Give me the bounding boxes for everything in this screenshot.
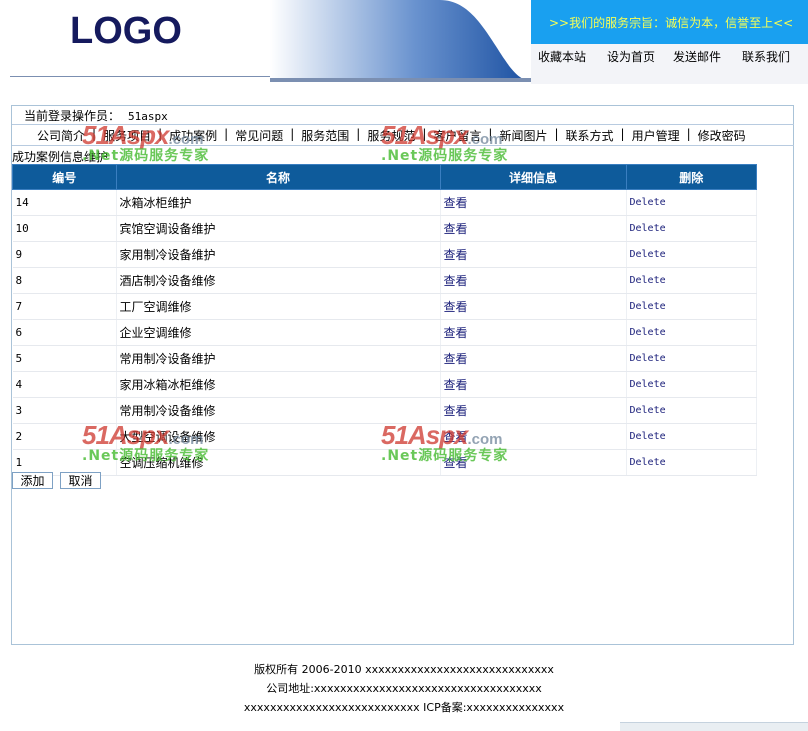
view-link[interactable]: 查看: [440, 215, 627, 242]
row-id: 10: [12, 215, 117, 242]
contact-us-link[interactable]: 联系我们: [742, 48, 790, 65]
column-header-details: 详细信息: [439, 164, 627, 190]
logo-divider: [10, 76, 272, 77]
delete-link[interactable]: Delete: [626, 215, 757, 242]
row-name: 企业空调维修: [116, 319, 441, 346]
delete-link[interactable]: Delete: [626, 397, 757, 424]
view-link[interactable]: 查看: [440, 267, 627, 294]
nav-contact[interactable]: 联系方式: [559, 127, 621, 145]
footer-icp: xxxxxxxxxxxxxxxxxxxxxxxxxxx ICP备案:xxxxxx…: [243, 701, 565, 714]
table-row: 6 企业空调维修 查看 Delete: [12, 319, 757, 346]
delete-link[interactable]: Delete: [626, 241, 757, 268]
table-row: 2 大型空调设备维修 查看 Delete: [12, 423, 757, 450]
row-name: 空调压缩机维修: [116, 449, 441, 476]
footer-copyright: 版权所有 2006-2010 xxxxxxxxxxxxxxxxxxxxxxxxx…: [254, 663, 554, 676]
row-id: 6: [12, 319, 117, 346]
row-id: 8: [12, 267, 117, 294]
site-header: LOGO >>我们的服务宗旨：诚信为本，信誉至上<< 收藏本站 设为首页 发送邮…: [0, 0, 808, 85]
cancel-button[interactable]: 取消: [60, 472, 101, 489]
view-link[interactable]: 查看: [440, 449, 627, 476]
row-id: 2: [12, 423, 117, 450]
column-header-name: 名称: [115, 164, 441, 190]
row-id: 7: [12, 293, 117, 320]
header-wave-graphic: [270, 0, 532, 82]
nav-divider: [12, 145, 794, 146]
column-header-delete: 删除: [625, 164, 757, 190]
row-name: 家用冰箱冰柜维修: [116, 371, 441, 398]
set-homepage-link[interactable]: 设为首页: [607, 48, 655, 65]
delete-link[interactable]: Delete: [626, 345, 757, 372]
table-row: 9 家用制冷设备维护 查看 Delete: [12, 241, 757, 268]
nav-news-images[interactable]: 新闻图片: [492, 127, 554, 145]
delete-link[interactable]: Delete: [626, 267, 757, 294]
table-row: 1 空调压缩机维修 查看 Delete: [12, 449, 757, 476]
table-row: 7 工厂空调维修 查看 Delete: [12, 293, 757, 320]
view-link[interactable]: 查看: [440, 293, 627, 320]
delete-link[interactable]: Delete: [626, 319, 757, 346]
view-link[interactable]: 查看: [440, 189, 627, 216]
nav-faq[interactable]: 常见问题: [228, 127, 290, 145]
row-name: 工厂空调维修: [116, 293, 441, 320]
cases-table: 编号 名称 详细信息 删除 14 冰箱冰柜维护 查看 Delete 10 宾馆空…: [12, 164, 757, 476]
view-link[interactable]: 查看: [440, 319, 627, 346]
table-row: 4 家用冰箱冰柜维修 查看 Delete: [12, 371, 757, 398]
delete-link[interactable]: Delete: [626, 449, 757, 476]
delete-link[interactable]: Delete: [626, 189, 757, 216]
view-link[interactable]: 查看: [440, 371, 627, 398]
browser-status-strip: [620, 722, 808, 731]
table-row: 3 常用制冷设备维修 查看 Delete: [12, 397, 757, 424]
admin-nav: 公司简介 | 服务项目 | 成功案例 | 常见问题 | 服务范围 | 服务规范 | 客户留言…: [30, 127, 753, 145]
row-name: 宾馆空调设备维护: [116, 215, 441, 242]
row-id: 4: [12, 371, 117, 398]
nav-user-management[interactable]: 用户管理: [625, 127, 687, 145]
row-name: 大型空调设备维修: [116, 423, 441, 450]
delete-link[interactable]: Delete: [626, 371, 757, 398]
delete-link[interactable]: Delete: [626, 293, 757, 320]
nav-service-standards[interactable]: 服务规范: [360, 127, 422, 145]
operator-name: 51aspx: [128, 110, 168, 123]
row-id: 5: [12, 345, 117, 372]
row-name: 常用制冷设备维护: [116, 345, 441, 372]
table-header-row: 编号 名称 详细信息 删除: [12, 164, 757, 190]
site-logo: LOGO: [70, 10, 182, 52]
nav-success-cases[interactable]: 成功案例: [162, 127, 224, 145]
panel-divider: [12, 124, 794, 125]
row-name: 酒店制冷设备维修: [116, 267, 441, 294]
view-link[interactable]: 查看: [440, 241, 627, 268]
view-link[interactable]: 查看: [440, 397, 627, 424]
table-row: 10 宾馆空调设备维护 查看 Delete: [12, 215, 757, 242]
row-id: 3: [12, 397, 117, 424]
nav-services[interactable]: 服务项目: [96, 127, 158, 145]
row-name: 家用制冷设备维护: [116, 241, 441, 268]
row-name: 常用制冷设备维修: [116, 397, 441, 424]
operator-info: 当前登录操作员： 51aspx: [24, 107, 168, 124]
view-link[interactable]: 查看: [440, 423, 627, 450]
send-email-link[interactable]: 发送邮件: [673, 48, 721, 65]
table-row: 14 冰箱冰柜维护 查看 Delete: [12, 189, 757, 216]
nav-guestbook[interactable]: 客户留言: [426, 127, 488, 145]
row-name: 冰箱冰柜维护: [116, 189, 441, 216]
row-id: 9: [12, 241, 117, 268]
footer-address: 公司地址:xxxxxxxxxxxxxxxxxxxxxxxxxxxxxxxxxxx: [266, 682, 542, 695]
table-row: 8 酒店制冷设备维修 查看 Delete: [12, 267, 757, 294]
column-header-id: 编号: [12, 164, 117, 190]
row-id: 14: [12, 189, 117, 216]
bookmark-link[interactable]: 收藏本站: [538, 48, 586, 65]
add-button[interactable]: 添加: [12, 472, 53, 489]
motto-text: >>我们的服务宗旨：诚信为本，信誉至上<<: [549, 16, 794, 30]
operator-label: 当前登录操作员：: [24, 109, 121, 123]
page-title: 成功案例信息维护: [12, 150, 109, 164]
view-link[interactable]: 查看: [440, 345, 627, 372]
nav-company-intro[interactable]: 公司简介: [30, 127, 92, 145]
nav-service-scope[interactable]: 服务范围: [294, 127, 356, 145]
nav-change-password[interactable]: 修改密码: [691, 127, 753, 145]
delete-link[interactable]: Delete: [626, 423, 757, 450]
table-row: 5 常用制冷设备维护 查看 Delete: [12, 345, 757, 372]
